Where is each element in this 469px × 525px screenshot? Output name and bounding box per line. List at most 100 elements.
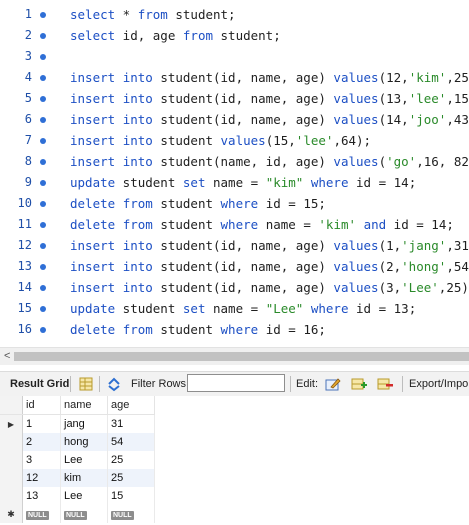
cell-name[interactable]: kim <box>60 469 108 487</box>
column-header-name[interactable]: name <box>60 396 108 415</box>
cell-age[interactable]: NULL <box>107 505 155 523</box>
statement-marker-icon <box>40 117 46 123</box>
code-text[interactable]: update student set name = "kim" where id… <box>70 172 416 193</box>
toolbar-divider <box>402 376 403 392</box>
sql-keyword: from <box>122 217 153 232</box>
table-row[interactable]: ▶ 1 jang 31 <box>0 414 155 433</box>
null-badge: NULL <box>64 511 87 520</box>
cell-name[interactable]: NULL <box>60 505 108 523</box>
cell-age[interactable]: 54 <box>107 433 155 451</box>
new-row[interactable]: ✱ NULL NULL NULL <box>0 505 155 523</box>
sql-keyword: where <box>310 175 349 190</box>
code-line[interactable]: 3 <box>0 46 469 67</box>
code-line[interactable]: 4 insert into student(id, name, age) valu… <box>0 67 469 88</box>
table-row[interactable]: 12 kim 25 <box>0 469 155 487</box>
sql-text: student(id, name, age) <box>152 280 334 295</box>
row-header[interactable] <box>0 433 23 451</box>
cell-name[interactable]: Lee <box>60 451 108 469</box>
cell-id[interactable]: NULL <box>22 505 61 523</box>
sql-text: (1, <box>378 238 402 253</box>
cell-name[interactable]: Lee <box>60 487 108 505</box>
table-row[interactable]: 3 Lee 25 <box>0 451 155 469</box>
code-text[interactable]: insert into student(id, name, age) value… <box>70 235 469 256</box>
cell-id[interactable]: 3 <box>22 451 61 469</box>
export-import-label[interactable]: Export/Impo <box>409 372 468 396</box>
code-text[interactable]: insert into student(id, name, age) value… <box>70 256 469 277</box>
code-text[interactable]: insert into student(id, name, age) value… <box>70 67 469 88</box>
row-header[interactable]: ▶ <box>0 414 23 433</box>
refresh-icon[interactable] <box>106 376 122 392</box>
statement-marker-icon <box>40 180 46 186</box>
cell-age[interactable]: 25 <box>107 451 155 469</box>
line-number: 16 <box>17 322 32 336</box>
edit-row-icon[interactable] <box>325 376 341 392</box>
code-text[interactable]: update student set name = "Lee" where id… <box>70 298 416 319</box>
code-text[interactable]: insert into student(id, name, age) value… <box>70 277 469 298</box>
line-number: 2 <box>24 28 32 42</box>
code-text[interactable]: insert into student(id, name, age) value… <box>70 88 469 109</box>
code-text[interactable]: insert into student(id, name, age) value… <box>70 109 469 130</box>
scrollbar-thumb[interactable] <box>14 352 469 361</box>
row-header[interactable] <box>0 451 23 469</box>
sql-keyword: values <box>333 112 379 127</box>
code-line[interactable]: 2 select id, age from student; <box>0 25 469 46</box>
column-header-age[interactable]: age <box>107 396 155 415</box>
code-line[interactable]: 13 insert into student(id, name, age) val… <box>0 256 469 277</box>
cell-age[interactable]: 15 <box>107 487 155 505</box>
code-line[interactable]: 12 insert into student(id, name, age) val… <box>0 235 469 256</box>
code-line[interactable]: 1 select * from student; <box>0 4 469 25</box>
sql-string: 'kim' <box>318 217 357 232</box>
delete-row-icon[interactable] <box>377 376 393 392</box>
sql-string: "Lee" <box>265 301 304 316</box>
cell-age[interactable]: 25 <box>107 469 155 487</box>
column-header-id[interactable]: id <box>22 396 61 415</box>
sql-text: ,54); <box>446 259 469 274</box>
code-line[interactable]: 7 insert into student values(15,'lee',64)… <box>0 130 469 151</box>
line-number: 15 <box>17 301 32 315</box>
table-row[interactable]: 13 Lee 15 <box>0 487 155 505</box>
line-number: 14 <box>17 280 32 294</box>
cell-id[interactable]: 13 <box>22 487 61 505</box>
scroll-left-arrow-icon[interactable]: < <box>4 349 10 364</box>
code-text[interactable]: delete from student where name = 'kim' a… <box>70 214 454 235</box>
code-text[interactable]: insert into student values(15,'lee',64); <box>70 130 371 151</box>
code-text[interactable]: delete from student where id = 16; <box>70 319 326 340</box>
sql-text: student(id, name, age) <box>152 91 334 106</box>
code-text[interactable]: insert into student(name, id, age) value… <box>70 151 469 172</box>
cell-id[interactable]: 2 <box>22 433 61 451</box>
code-line[interactable]: 11 delete from student where name = 'kim'… <box>0 214 469 235</box>
row-header[interactable] <box>0 487 23 505</box>
code-line[interactable]: 10 delete from student where id = 15; <box>0 193 469 214</box>
row-header[interactable] <box>0 469 23 487</box>
filter-rows-input[interactable] <box>187 374 285 392</box>
horizontal-scrollbar[interactable]: < <box>0 347 469 365</box>
code-line[interactable]: 5 insert into student(id, name, age) valu… <box>0 88 469 109</box>
code-line[interactable]: 16 delete from student where id = 16; <box>0 319 469 340</box>
cell-id[interactable]: 12 <box>22 469 61 487</box>
sql-keyword: where <box>220 322 259 337</box>
code-line[interactable]: 6 insert into student(id, name, age) valu… <box>0 109 469 130</box>
code-line[interactable]: 8 insert into student(name, id, age) valu… <box>0 151 469 172</box>
sql-keyword: into <box>122 238 153 253</box>
code-text[interactable]: select * from student; <box>70 4 236 25</box>
code-line[interactable]: 15 update student set name = "Lee" where … <box>0 298 469 319</box>
row-header[interactable]: ✱ <box>0 505 23 523</box>
sql-editor[interactable]: 1 select * from student; 2 select id, age f… <box>0 0 469 347</box>
table-row[interactable]: 2 hong 54 <box>0 433 155 451</box>
cell-name[interactable]: jang <box>60 414 108 433</box>
statement-marker-icon <box>40 96 46 102</box>
code-text[interactable]: select id, age from student; <box>70 25 281 46</box>
code-line[interactable]: 9 update student set name = "kim" where i… <box>0 172 469 193</box>
code-text[interactable]: delete from student where id = 15; <box>70 193 326 214</box>
cell-age[interactable]: 31 <box>107 414 155 433</box>
cell-name[interactable]: hong <box>60 433 108 451</box>
cell-id[interactable]: 1 <box>22 414 61 433</box>
code-line[interactable]: 14 insert into student(id, name, age) val… <box>0 277 469 298</box>
add-row-icon[interactable] <box>351 376 367 392</box>
sql-text: student <box>152 133 221 148</box>
grid-icon[interactable] <box>78 376 94 392</box>
